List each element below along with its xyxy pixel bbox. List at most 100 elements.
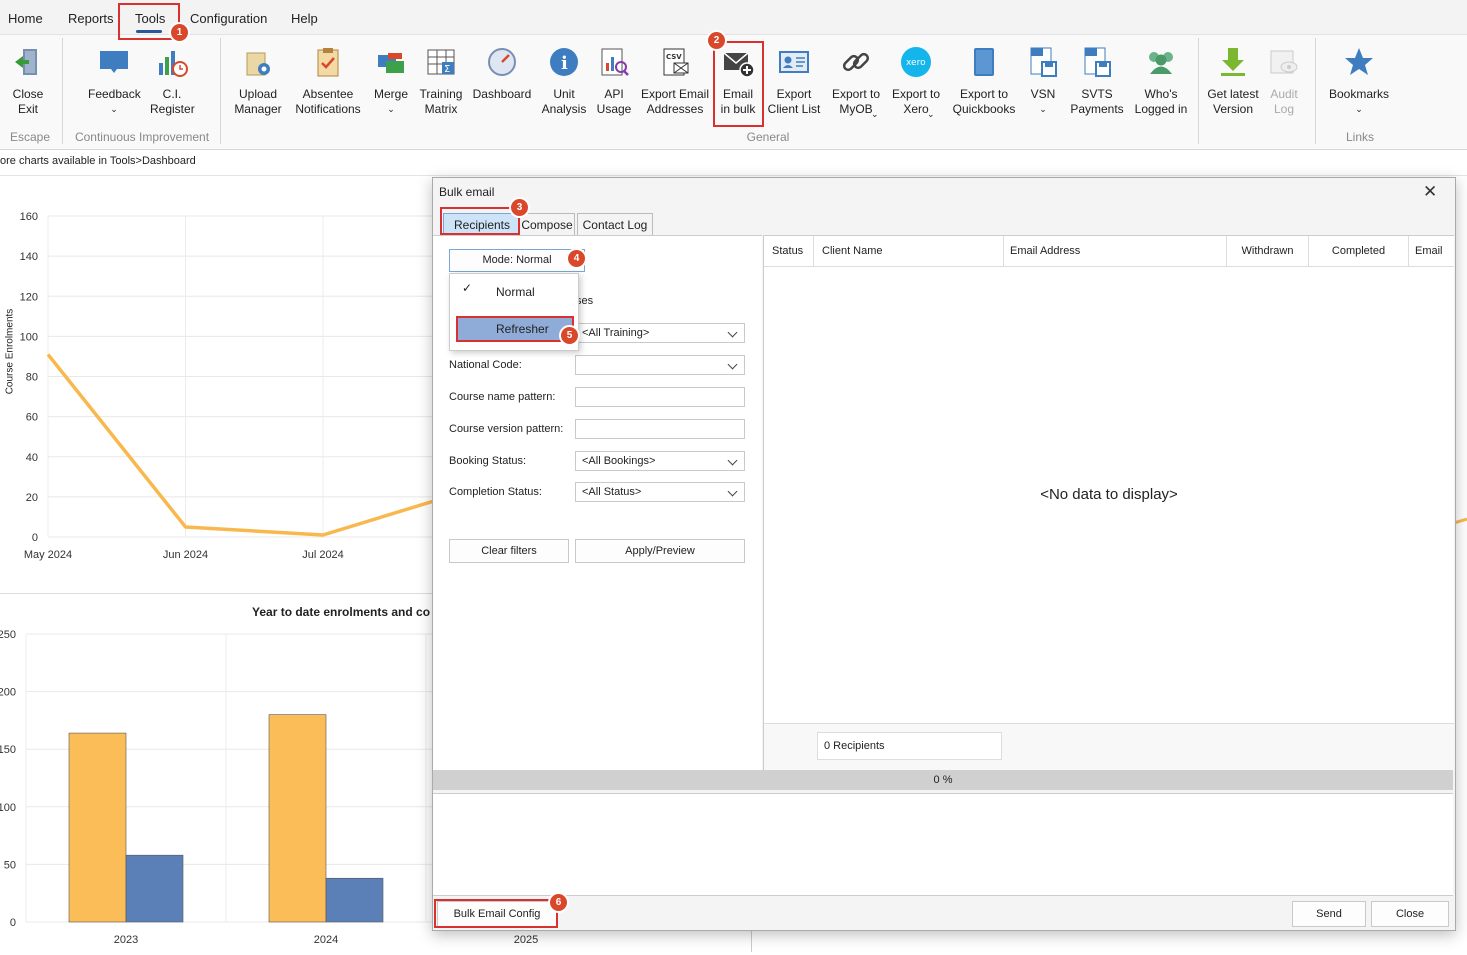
- recipient-count: 0 Recipients: [817, 732, 1002, 760]
- close-icon[interactable]: ✕: [1423, 182, 1437, 202]
- merge-button[interactable]: Merge ⌄: [372, 45, 410, 117]
- annotation-badge-2: 2: [708, 32, 725, 49]
- col-completed[interactable]: Completed: [1309, 236, 1409, 266]
- training-select[interactable]: <All Training>: [575, 323, 745, 343]
- col-client-name[interactable]: Client Name: [814, 236, 1004, 266]
- chat-bubble-icon: [100, 51, 128, 73]
- close-exit-label: Close Exit: [12, 87, 44, 116]
- y-tick-label: 250: [0, 629, 16, 641]
- feedback-button[interactable]: Feedback ⌄: [88, 45, 141, 117]
- link-chain-icon: [842, 52, 870, 72]
- clear-filters-button[interactable]: Clear filters: [449, 539, 569, 563]
- col-email[interactable]: Email: [1409, 236, 1454, 266]
- col-status[interactable]: Status: [764, 236, 814, 266]
- mode-option-normal[interactable]: Normal: [496, 285, 535, 299]
- completion-status-value: <All Status>: [582, 486, 642, 498]
- y-tick-label: 100: [0, 802, 16, 814]
- chevron-down-icon: ⌄: [387, 104, 395, 114]
- y-tick-label: 200: [0, 687, 16, 699]
- matrix-sigma-icon: Σ: [427, 49, 455, 75]
- upload-manager-label: Upload Manager: [234, 87, 282, 116]
- dashboard-label: Dashboard: [472, 87, 532, 101]
- annotation-highlight-recipients-tab: [440, 207, 520, 235]
- tab-compose[interactable]: Compose: [519, 213, 575, 236]
- national-code-select[interactable]: [575, 355, 745, 375]
- group-links: Links: [1345, 130, 1374, 144]
- close-button[interactable]: Close: [1371, 901, 1449, 927]
- bar: [125, 854, 184, 923]
- x-tick-label: 2025: [514, 934, 538, 946]
- get-latest-version-label: Get latest Version: [1207, 87, 1259, 116]
- tab-contact-log[interactable]: Contact Log: [577, 213, 653, 236]
- export-to-xero-button[interactable]: xero Export to Xero ⌄: [890, 45, 942, 119]
- mode-dropdown-button[interactable]: Mode: Normal: [449, 249, 585, 272]
- api-usage-button[interactable]: API Usage: [594, 45, 634, 117]
- group-continuous-improvement: Continuous Improvement: [74, 130, 210, 144]
- chevron-down-icon: ⌄: [927, 109, 935, 119]
- export-to-quickbooks-label: Export to Quickbooks: [952, 87, 1016, 116]
- bulk-email-dialog: Bulk email ✕ Recipients Compose Contact …: [432, 177, 1456, 931]
- download-arrow-icon: [1221, 48, 1245, 76]
- group-separator: [220, 38, 221, 144]
- clipboard-check-icon: [317, 48, 339, 77]
- csv-save-icon: [1030, 47, 1057, 77]
- booking-status-select[interactable]: <All Bookings>: [575, 451, 745, 471]
- svg-text:Σ: Σ: [444, 64, 450, 75]
- bookmarks-button[interactable]: Bookmarks ⌄: [1326, 45, 1392, 117]
- training-matrix-button[interactable]: Σ Training Matrix: [416, 45, 466, 117]
- merge-label: Merge: [373, 87, 408, 101]
- vsn-button[interactable]: VSN ⌄: [1024, 45, 1062, 117]
- col-withdrawn[interactable]: Withdrawn: [1227, 236, 1309, 266]
- export-to-myob-button[interactable]: Export to MyOB ⌄: [830, 45, 882, 119]
- book-icon: [974, 48, 994, 76]
- menu-configuration[interactable]: Configuration: [190, 11, 267, 26]
- annotation-badge-1: 1: [171, 24, 188, 41]
- close-exit-button[interactable]: Close Exit: [7, 45, 49, 117]
- bar: [268, 714, 327, 923]
- log-area: [433, 793, 1453, 896]
- whos-logged-in-label: Who's Logged in: [1134, 87, 1188, 116]
- series-line: [46, 353, 462, 537]
- divider: [751, 930, 752, 952]
- menu-reports[interactable]: Reports: [68, 11, 114, 26]
- audit-log-button[interactable]: Audit Log: [1264, 45, 1304, 117]
- group-general: General: [746, 130, 790, 144]
- booking-status-value: <All Bookings>: [582, 455, 656, 467]
- course-version-pattern-label: Course version pattern:: [449, 423, 564, 435]
- export-client-list-button[interactable]: Export Client List: [766, 45, 822, 117]
- apply-preview-button[interactable]: Apply/Preview: [575, 539, 745, 563]
- get-latest-version-button[interactable]: Get latest Version: [1204, 45, 1262, 117]
- gauge-icon: [488, 48, 516, 76]
- export-client-list-label: Export Client List: [767, 87, 821, 116]
- send-button[interactable]: Send: [1292, 901, 1366, 927]
- feedback-label: Feedback: [88, 87, 141, 101]
- y-tick-label: 140: [20, 251, 38, 263]
- completion-status-select[interactable]: <All Status>: [575, 482, 745, 502]
- absentee-notifications-button[interactable]: Absentee Notifications: [292, 45, 364, 117]
- unit-analysis-button[interactable]: i Unit Analysis: [540, 45, 588, 117]
- chevron-down-icon: [727, 455, 738, 466]
- export-to-quickbooks-button[interactable]: Export to Quickbooks: [950, 45, 1018, 117]
- bar-chart-title: Year to date enrolments and co: [252, 605, 431, 619]
- export-email-addresses-button[interactable]: CSV Export Email Addresses: [640, 45, 710, 117]
- bar: [68, 732, 127, 923]
- svts-payments-button[interactable]: SVTS Payments: [1070, 45, 1124, 117]
- course-version-pattern-input[interactable]: [575, 419, 745, 439]
- upload-manager-button[interactable]: Upload Manager: [232, 45, 284, 117]
- upload-gear-icon: [246, 52, 270, 76]
- course-name-pattern-input[interactable]: [575, 387, 745, 407]
- x-tick-label: 2023: [114, 934, 138, 946]
- x-tick-label: Jul 2024: [302, 549, 344, 561]
- grid-footer: 0 Recipients: [764, 723, 1454, 771]
- audit-eye-icon: [1270, 50, 1298, 74]
- csv-export-icon: CSV: [663, 48, 689, 76]
- col-email-address[interactable]: Email Address: [1004, 236, 1227, 266]
- x-tick-label: Jun 2024: [163, 549, 208, 561]
- mode-option-refresher[interactable]: Refresher: [456, 316, 574, 342]
- menu-help[interactable]: Help: [291, 11, 318, 26]
- whos-logged-in-button[interactable]: Who's Logged in: [1130, 45, 1192, 117]
- ci-register-button[interactable]: C.I. Register: [150, 45, 195, 117]
- dashboard-button[interactable]: Dashboard: [472, 45, 532, 102]
- menu-home[interactable]: Home: [8, 11, 43, 26]
- checkmark-icon: ✓: [462, 281, 473, 295]
